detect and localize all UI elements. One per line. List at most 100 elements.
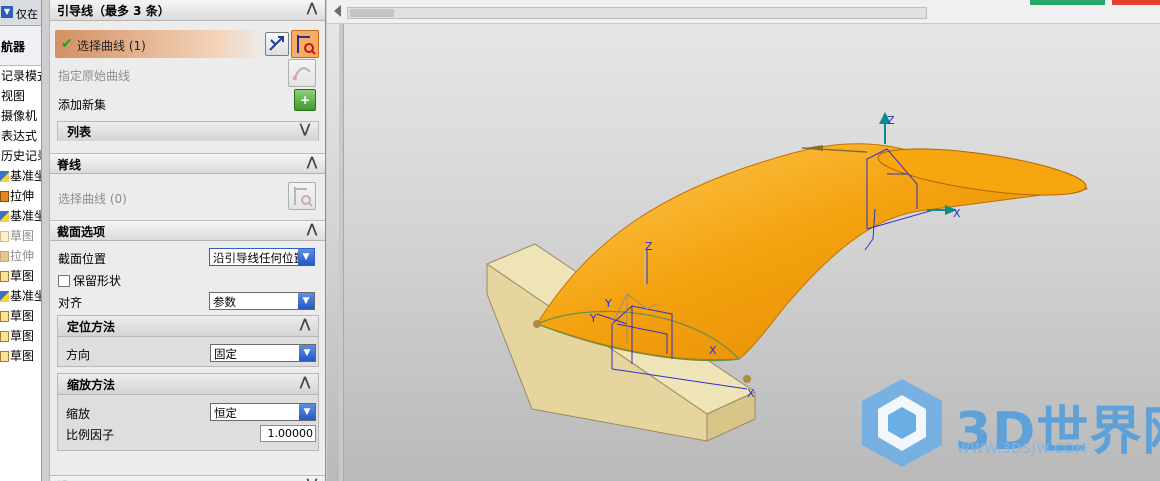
collapse-up-icon[interactable]: ⋀	[304, 222, 320, 238]
expand-down-icon[interactable]: ⋁	[304, 477, 320, 481]
guides-section-title: 引导线（最多 3 条）	[57, 4, 170, 18]
datum-csys-icon	[0, 290, 9, 302]
watermark-url: WWW.3DSJW.COM	[957, 442, 1088, 457]
navigator-tree: 记录模式视图摄像机表达式历史记录基准坐拉伸基准坐草图拉伸草图基准坐草图草图草图	[0, 66, 41, 366]
dropdown-arrow-icon: ▼	[299, 404, 315, 420]
navigator-item-label: 摄像机	[1, 109, 38, 123]
navigator-item[interactable]: 基准坐	[0, 286, 41, 306]
scrollbar-thumb[interactable]	[350, 9, 394, 17]
section-options-body: 截面位置 沿引导线任何位置 ▼ 保留形状 对齐 参数 ▼ 定位方法 ⋀ 方向 固…	[50, 241, 325, 471]
guides-section-header[interactable]: 引导线（最多 3 条） ⋀	[50, 0, 325, 21]
select-curve-icon	[288, 182, 316, 210]
dropdown-arrow-icon: ▼	[298, 293, 314, 309]
navigator-item[interactable]: 草图	[0, 326, 41, 346]
navigator-item[interactable]: 草图	[0, 226, 41, 246]
scroll-left-icon[interactable]	[334, 5, 341, 17]
preserve-shape-label: 保留形状	[73, 274, 122, 288]
graphics-window[interactable]: Z X Z X X Y Y 3D世界网 WWW.3DSJW.COM	[327, 24, 1160, 481]
add-new-set-icon[interactable]: +	[294, 89, 316, 111]
navigator-item[interactable]: 视图	[0, 86, 41, 106]
navigator-item[interactable]: 草图	[0, 266, 41, 286]
orientation-header[interactable]: 定位方法 ⋀	[58, 316, 318, 337]
navigator-item[interactable]: 历史记录	[0, 146, 41, 166]
direction-dropdown[interactable]: 固定 ▼	[210, 344, 316, 362]
collapse-up-icon[interactable]: ⋀	[304, 1, 320, 17]
list-subsection[interactable]: 列表 ⋁	[57, 121, 319, 141]
dropdown-arrow-icon: ▼	[299, 345, 315, 361]
select-curve-icon[interactable]	[291, 30, 319, 58]
endpoint-marker	[743, 375, 751, 383]
sketch-icon	[0, 270, 9, 282]
navigator-title: 航器	[0, 26, 41, 66]
scale-dropdown[interactable]: 恒定 ▼	[210, 403, 316, 421]
filter-dropdown-icon[interactable]: ▼	[1, 6, 13, 18]
preserve-shape-checkbox[interactable]	[58, 275, 70, 287]
expand-down-icon[interactable]: ⋁	[297, 122, 313, 138]
navigator-item-label: 历史记录	[1, 149, 41, 163]
navigator-item[interactable]: 摄像机	[0, 106, 41, 126]
navigator-item-label: 草图	[10, 229, 35, 243]
origin-curve-icon	[288, 59, 316, 87]
z-axis-label: Z	[887, 114, 895, 127]
navigator-item[interactable]: 基准坐	[0, 206, 41, 226]
guide-select-curve-row[interactable]: ✔ 选择曲线 (1)	[55, 30, 319, 58]
navigator-item-label: 草图	[10, 269, 35, 283]
navigator-item-label: 视图	[1, 89, 26, 103]
navigator-item-label: 拉伸	[10, 249, 35, 263]
navigator-item[interactable]: 表达式	[0, 126, 41, 146]
checkmark-icon: ✔	[61, 36, 73, 52]
navigator-item[interactable]: 拉伸	[0, 246, 41, 266]
sketch-icon	[0, 310, 9, 322]
navigator-item-label: 草图	[10, 309, 35, 323]
navigator-item[interactable]: 草图	[0, 306, 41, 326]
spine-section-title: 脊线	[57, 158, 82, 172]
settings-section-header[interactable]: 设置 ⋁	[50, 475, 325, 481]
spine-select-curve-label: 选择曲线 (0)	[58, 192, 127, 206]
alignment-dropdown[interactable]: 参数 ▼	[209, 292, 315, 310]
horizontal-scrollbar[interactable]	[347, 7, 927, 19]
navigator-item[interactable]: 拉伸	[0, 186, 41, 206]
section-position-value: 沿引导线任何位置	[213, 251, 305, 265]
spine-section-header[interactable]: 脊线 ⋀	[50, 153, 325, 174]
navigator-item[interactable]: 基准坐	[0, 166, 41, 186]
scale-value: 恒定	[214, 406, 237, 420]
graphics-toolbar	[327, 0, 1160, 24]
navigator-item[interactable]: 草图	[0, 346, 41, 366]
collapse-up-icon[interactable]: ⋀	[297, 375, 313, 391]
sketch-icon	[0, 230, 9, 242]
preserve-shape-row[interactable]: 保留形状	[50, 268, 121, 290]
section-options-header[interactable]: 截面选项 ⋀	[50, 220, 325, 241]
endpoint-marker	[533, 320, 541, 328]
list-header[interactable]: 列表 ⋁	[58, 122, 318, 141]
scale-factor-input[interactable]: 1.00000	[260, 425, 316, 442]
collapse-up-icon[interactable]: ⋀	[297, 317, 313, 333]
orientation-subsection: 定位方法 ⋀ 方向 固定 ▼	[57, 315, 319, 367]
navigator-item-label: 拉伸	[10, 189, 35, 203]
guides-section-body: ✔ 选择曲线 (1) 指定原始曲线 添加新集 +	[50, 21, 325, 121]
collapse-up-icon[interactable]: ⋀	[304, 155, 320, 171]
alignment-label: 对齐	[58, 296, 83, 310]
datum-csys-icon	[0, 170, 9, 182]
section-position-dropdown[interactable]: 沿引导线任何位置 ▼	[209, 248, 315, 266]
orientation-title: 定位方法	[67, 320, 116, 334]
navigator-item-label: 表达式	[1, 129, 38, 143]
x-axis-label: X	[953, 207, 961, 220]
navigator-filter[interactable]: 仅在	[16, 6, 38, 22]
alignment-value: 参数	[213, 295, 236, 309]
green-indicator	[1030, 0, 1105, 5]
x-axis-label-2: X	[709, 344, 717, 357]
scale-factor-row: 比例因子 1.00000	[58, 422, 318, 444]
navigator-item-label: 基准坐	[10, 289, 41, 303]
scale-label: 缩放	[66, 407, 91, 421]
reverse-direction-icon[interactable]	[265, 32, 289, 56]
scaling-header[interactable]: 缩放方法 ⋀	[58, 374, 318, 395]
extrude-icon	[0, 250, 9, 262]
navigator-item-label: 基准坐	[10, 209, 41, 223]
datum-csys-icon	[0, 210, 9, 222]
section-position-label: 截面位置	[58, 252, 107, 266]
y-axis-label-2: Y	[604, 297, 612, 310]
navigator-item[interactable]: 记录模式	[0, 66, 41, 86]
swept-body	[536, 143, 1088, 362]
section-options-title: 截面选项	[57, 225, 106, 239]
direction-value: 固定	[214, 347, 237, 361]
